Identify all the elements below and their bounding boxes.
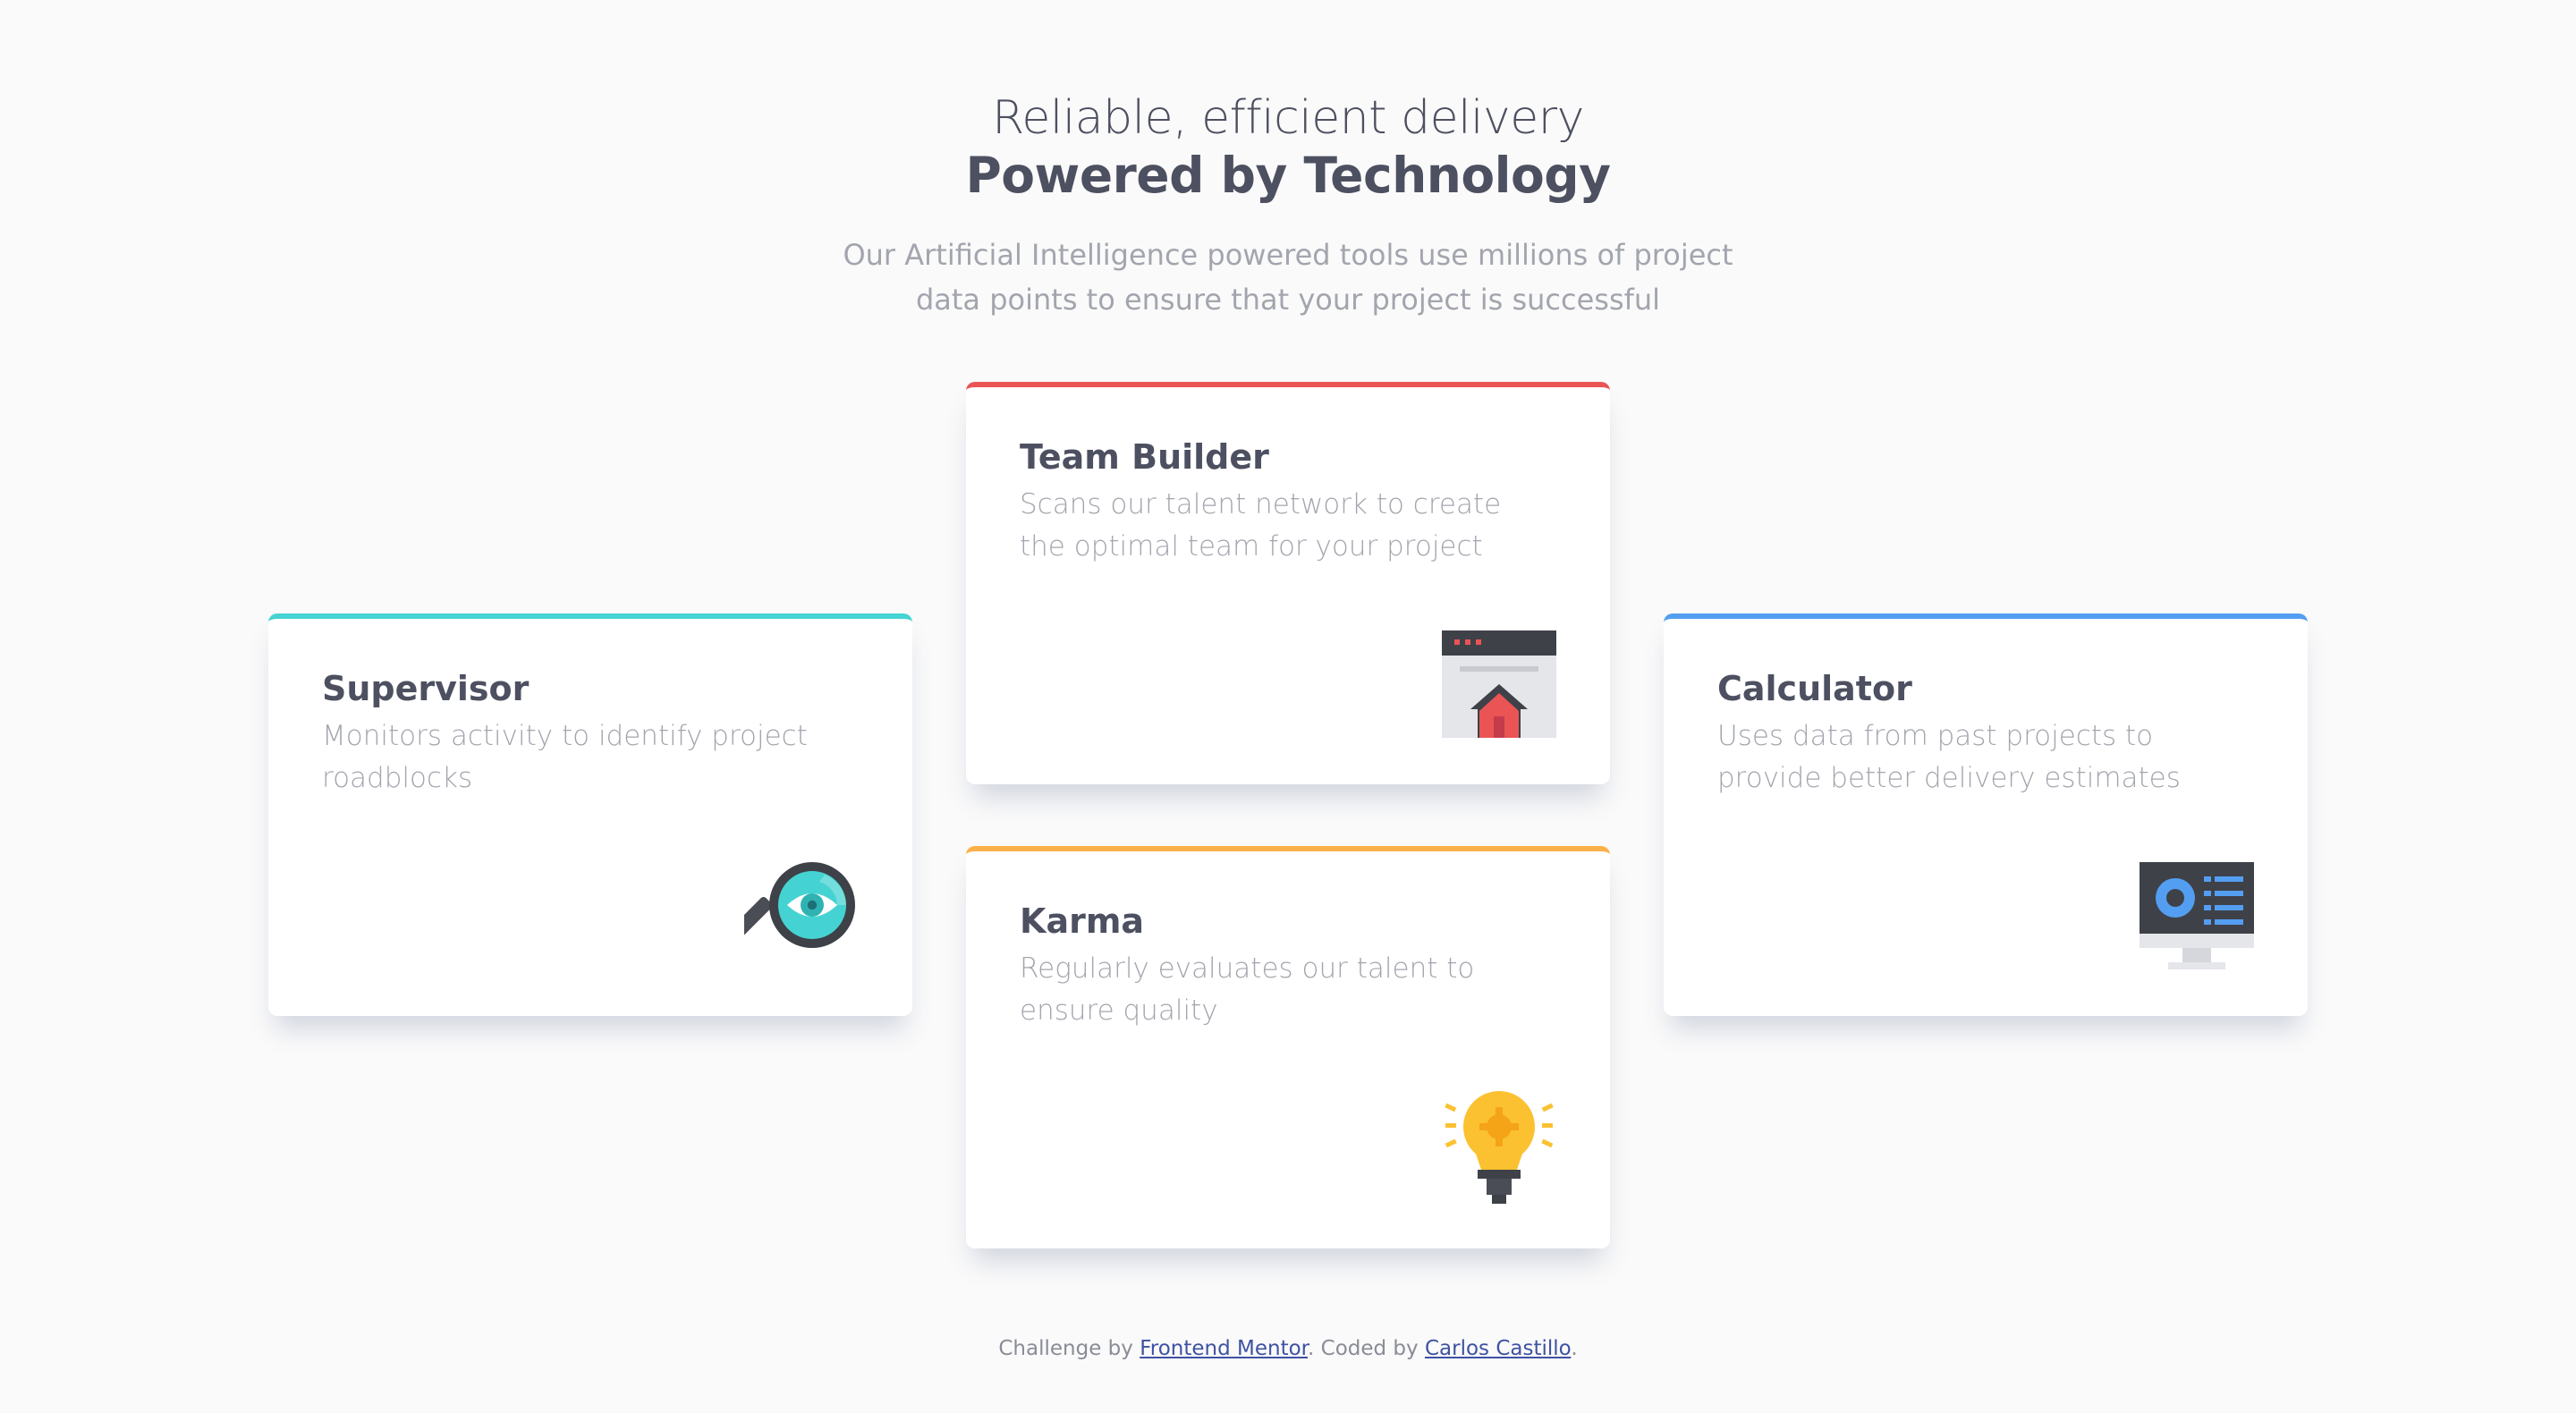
page-header: Reliable, efficient delivery Powered by … (0, 89, 2576, 322)
card-supervisor: Supervisor Monitors activity to identify… (268, 613, 912, 1016)
page-subtitle: Our Artificial Intelligence powered tool… (843, 238, 1733, 317)
card-karma: Karma Regularly evaluates our talent to … (966, 846, 1610, 1248)
footer-middle: . Coded by (1308, 1337, 1425, 1360)
card-title: Team Builder (1020, 437, 1269, 477)
lightbulb-icon (1442, 1091, 1556, 1206)
footer-prefix: Challenge by (998, 1337, 1140, 1360)
page-title-bold: Powered by Technology (965, 147, 1611, 204)
card-calculator: Calculator Uses data from past projects … (1664, 613, 2308, 1016)
page-title-light: Reliable, efficient delivery (992, 91, 1584, 145)
card-description: Monitors activity to identify project ro… (322, 720, 808, 794)
card-title: Karma (1020, 901, 1145, 941)
author-link[interactable]: Carlos Castillo (1425, 1337, 1571, 1360)
frontend-mentor-link[interactable]: Frontend Mentor (1140, 1337, 1308, 1360)
attribution-footer: Challenge by Frontend Mentor. Coded by C… (0, 1337, 2576, 1360)
footer-suffix: . (1571, 1337, 1578, 1360)
card-description: Scans our talent network to create the o… (1020, 488, 1502, 563)
card-title: Supervisor (322, 669, 530, 708)
card-title: Calculator (1717, 669, 1912, 708)
monitor-dashboard-icon (2140, 859, 2254, 973)
magnifier-eye-icon (744, 859, 859, 973)
card-description: Uses data from past projects to provide … (1717, 720, 2181, 794)
card-team-builder: Team Builder Scans our talent network to… (966, 382, 1610, 784)
card-description: Regularly evaluates our talent to ensure… (1020, 952, 1475, 1027)
browser-home-icon (1442, 627, 1556, 741)
